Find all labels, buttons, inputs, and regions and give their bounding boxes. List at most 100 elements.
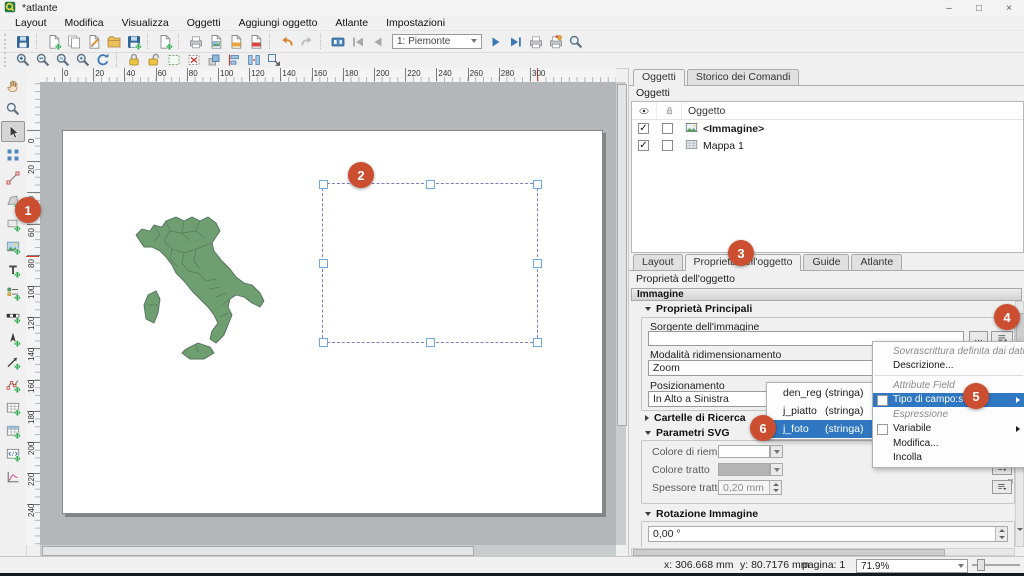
item-row[interactable]: ✓Mappa 1 — [632, 137, 1023, 154]
canvas-horizontal-scrollbar[interactable] — [40, 545, 616, 556]
raise-items-icon[interactable] — [204, 50, 224, 69]
add-node-item-icon[interactable] — [1, 374, 25, 395]
pan-icon[interactable] — [1, 75, 25, 96]
props-tab-guide[interactable]: Guide — [803, 254, 849, 270]
save-as-template-icon[interactable] — [124, 32, 144, 51]
stroke-color-dropdown[interactable] — [770, 463, 783, 476]
lock-items-icon[interactable] — [124, 50, 144, 69]
selection-handle[interactable] — [319, 259, 328, 268]
duplicate-layout-icon[interactable] — [64, 32, 84, 51]
zoom-full-icon[interactable] — [53, 50, 73, 69]
selection-handle[interactable] — [426, 338, 435, 347]
select-move-icon[interactable] — [1, 121, 25, 142]
edit-nodes-icon[interactable] — [1, 167, 25, 188]
resize-items-icon[interactable] — [264, 50, 284, 69]
new-layout-icon[interactable] — [44, 32, 64, 51]
items-tab-oggetti[interactable]: Oggetti — [633, 69, 685, 86]
canvas-vertical-scrollbar[interactable] — [616, 82, 626, 545]
menu-item-checkbox[interactable] — [877, 395, 888, 406]
menu-visualizza[interactable]: Visualizza — [113, 17, 178, 29]
fill-color-swatch[interactable] — [718, 445, 770, 458]
print-icon[interactable] — [186, 32, 206, 51]
stroke-width-spinbox[interactable]: 0,20 mm — [718, 480, 782, 495]
add-attribute-table-icon[interactable] — [1, 420, 25, 441]
refresh-icon[interactable] — [93, 50, 113, 69]
export-atlas-icon[interactable] — [546, 32, 566, 51]
add-image-icon[interactable] — [1, 236, 25, 257]
layout-manager-icon[interactable] — [84, 32, 104, 51]
zoom-actual-icon[interactable] — [73, 50, 93, 69]
window-maximize-button[interactable]: □ — [964, 0, 994, 16]
zoom-level-combo[interactable]: 71.9% — [856, 559, 968, 573]
menu-item[interactable]: Variabile — [873, 422, 1024, 437]
export-pdf-icon[interactable] — [246, 32, 266, 51]
visibility-checkbox[interactable]: ✓ — [638, 123, 649, 134]
image-frame-selection[interactable] — [322, 183, 538, 343]
redo-icon[interactable] — [297, 32, 317, 51]
visibility-checkbox[interactable]: ✓ — [638, 140, 649, 151]
export-image-icon[interactable] — [206, 32, 226, 51]
menu-item[interactable]: Incolla — [873, 451, 1024, 466]
layout-page[interactable] — [62, 130, 603, 514]
open-folder-icon[interactable] — [104, 32, 124, 51]
selection-handle[interactable] — [426, 180, 435, 189]
add-scalebar-icon[interactable] — [1, 305, 25, 326]
move-content-icon[interactable] — [1, 144, 25, 165]
item-row[interactable]: ✓<Immagine> — [632, 120, 1023, 137]
add-chart-icon[interactable] — [1, 466, 25, 487]
window-close-button[interactable]: × — [994, 0, 1024, 16]
props-horizontal-scrollbar[interactable] — [631, 548, 1015, 556]
atlas-last-icon[interactable] — [506, 32, 526, 51]
print-atlas-icon[interactable] — [526, 32, 546, 51]
add-html-icon[interactable] — [1, 443, 25, 464]
layout-canvas[interactable] — [40, 82, 616, 545]
menu-aggiungi-oggetto[interactable]: Aggiungi oggetto — [230, 17, 327, 29]
zoom-in-icon[interactable] — [13, 50, 33, 69]
map-item-italy[interactable] — [126, 201, 266, 366]
menu-item[interactable]: Descrizione... — [873, 359, 1024, 374]
undo-icon[interactable] — [277, 32, 297, 51]
menu-impostazioni[interactable]: Impostazioni — [377, 17, 454, 29]
atlas-next-icon[interactable] — [486, 32, 506, 51]
add-pages-icon[interactable] — [155, 32, 175, 51]
lock-checkbox[interactable] — [662, 123, 673, 134]
zoom-slider[interactable] — [972, 559, 1020, 571]
rotation-spinbox[interactable]: 0,00 ° — [648, 526, 1008, 542]
props-tab-atlante[interactable]: Atlante — [851, 254, 902, 270]
section-main-properties[interactable]: Proprietà Principali — [645, 303, 752, 315]
atlas-first-icon[interactable] — [348, 32, 368, 51]
zoom-out-icon[interactable] — [33, 50, 53, 69]
save-icon[interactable] — [13, 32, 33, 51]
unlock-items-icon[interactable] — [144, 50, 164, 69]
menu-item-checkbox[interactable] — [877, 424, 888, 435]
menu-layout[interactable]: Layout — [6, 17, 56, 29]
stroke-color-swatch[interactable] — [718, 463, 770, 476]
section-svg-parameters[interactable]: Parametri SVG — [645, 427, 730, 439]
selection-handle[interactable] — [319, 338, 328, 347]
section-image-rotation[interactable]: Rotazione Immagine — [645, 508, 758, 520]
zoom-tool-icon[interactable] — [1, 98, 25, 119]
menu-item[interactable]: Tipo di campo:stringa — [873, 393, 1024, 408]
distribute-items-icon[interactable] — [244, 50, 264, 69]
export-svg-icon[interactable] — [226, 32, 246, 51]
add-table-icon[interactable] — [1, 397, 25, 418]
selection-handle[interactable] — [533, 338, 542, 347]
menu-item[interactable]: Modifica... — [873, 436, 1024, 451]
atlas-prev-icon[interactable] — [368, 32, 388, 51]
selection-handle[interactable] — [319, 180, 328, 189]
field-menu-item[interactable]: j_foto(stringa) — [767, 420, 873, 438]
atlas-settings-icon[interactable] — [328, 32, 348, 51]
window-minimize-button[interactable]: – — [934, 0, 964, 16]
align-items-icon[interactable] — [224, 50, 244, 69]
field-menu-item[interactable]: j_piatto(stringa) — [767, 402, 873, 420]
atlas-feature-combo[interactable]: 1: Piemonte — [392, 34, 482, 49]
add-arrow-icon[interactable] — [1, 351, 25, 372]
menu-modifica[interactable]: Modifica — [56, 17, 113, 29]
selection-handle[interactable] — [533, 259, 542, 268]
menu-atlante[interactable]: Atlante — [326, 17, 377, 29]
add-legend-icon[interactable] — [1, 282, 25, 303]
items-tab-storico-dei-comandi[interactable]: Storico dei Comandi — [687, 69, 800, 85]
section-search-directories[interactable]: Cartelle di Ricerca — [645, 412, 746, 424]
selection-handle[interactable] — [533, 180, 542, 189]
menu-oggetti[interactable]: Oggetti — [178, 17, 230, 29]
